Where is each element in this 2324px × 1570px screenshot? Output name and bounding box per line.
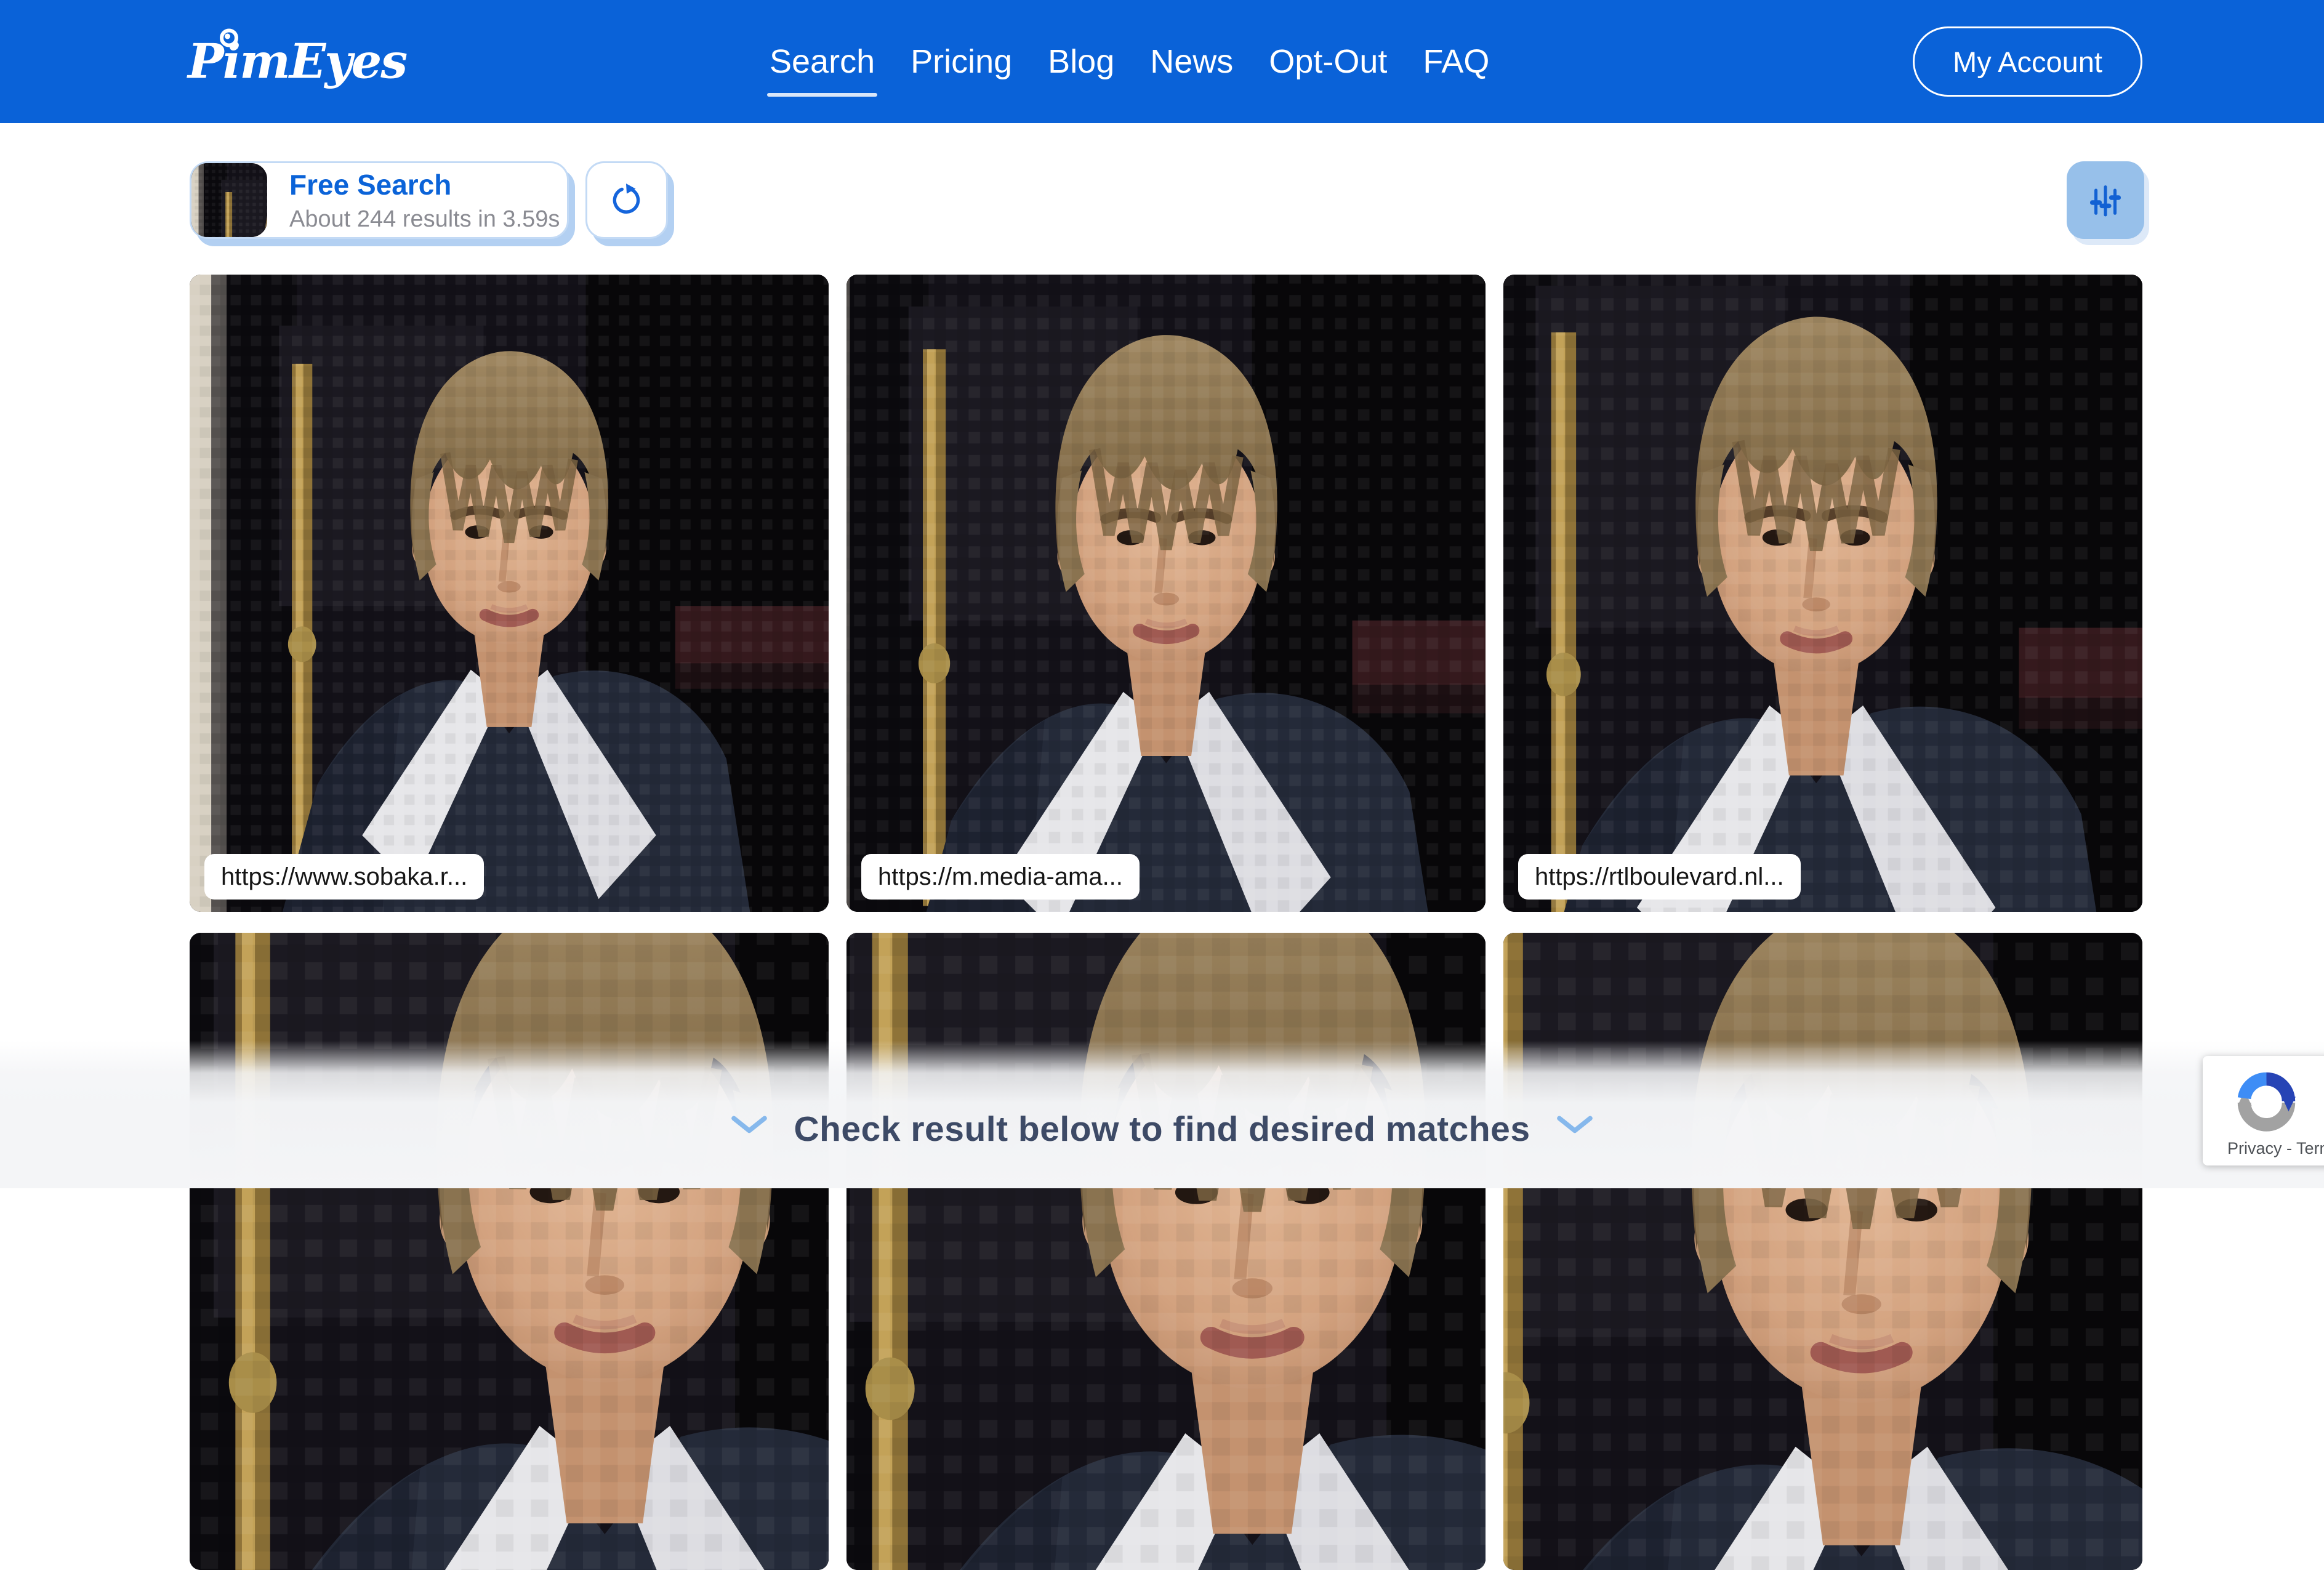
search-summary-card[interactable]: Free Search About 244 results in 3.59s bbox=[190, 161, 569, 239]
result-url-chip[interactable]: https://rtlboulevard.nl... bbox=[1518, 854, 1801, 900]
result-tile[interactable]: https://rtlboulevard.nl... bbox=[1503, 275, 2142, 912]
sliders-icon bbox=[2089, 185, 2121, 217]
result-photo bbox=[1503, 933, 2142, 1570]
result-tile[interactable] bbox=[190, 933, 829, 1570]
nav-search[interactable]: Search bbox=[766, 42, 878, 97]
nav-pricing[interactable]: Pricing bbox=[911, 42, 1012, 81]
recaptcha-badge[interactable]: Privacy - Terms bbox=[2203, 1056, 2324, 1165]
main-nav: Search Pricing Blog News Opt-Out FAQ bbox=[766, 0, 1489, 123]
refresh-icon bbox=[613, 183, 640, 214]
logo-eye-icon bbox=[220, 28, 238, 47]
result-photo bbox=[846, 275, 1486, 912]
nav-blog[interactable]: Blog bbox=[1048, 42, 1114, 81]
scroll-hint-row: Check result below to find desired match… bbox=[0, 1105, 2324, 1149]
filters-button[interactable] bbox=[2067, 161, 2144, 239]
result-photo bbox=[846, 933, 1486, 1570]
nav-faq[interactable]: FAQ bbox=[1423, 42, 1489, 81]
recaptcha-icon bbox=[2237, 1072, 2296, 1132]
refresh-button[interactable] bbox=[585, 161, 668, 239]
search-summary-title: Free Search bbox=[289, 168, 452, 201]
header: PimEyes Search Pricing Blog News Opt-Out… bbox=[0, 0, 2324, 123]
pixelated-face-photo bbox=[190, 275, 829, 912]
nav-opt-out[interactable]: Opt-Out bbox=[1269, 42, 1387, 81]
pixelated-face-photo bbox=[1503, 933, 2142, 1570]
pixelated-face-photo bbox=[191, 163, 267, 237]
result-photo bbox=[190, 933, 829, 1570]
result-tile[interactable] bbox=[1503, 933, 2142, 1570]
pixelated-face-photo bbox=[1503, 275, 2142, 912]
result-photo bbox=[1503, 275, 2142, 912]
pixelated-face-photo bbox=[846, 275, 1486, 912]
results-grid: https://www.sobaka.r... https://m.media-… bbox=[190, 275, 2142, 1570]
query-image-thumbnail bbox=[191, 163, 267, 237]
scroll-hint-text: Check result below to find desired match… bbox=[794, 1109, 1530, 1149]
recaptcha-privacy-terms[interactable]: Privacy - Terms bbox=[2227, 1139, 2324, 1158]
pixelated-face-photo bbox=[190, 933, 829, 1570]
my-account-button[interactable]: My Account bbox=[1913, 26, 2142, 97]
scroll-hint-overlay: Check result below to find desired match… bbox=[0, 1041, 2324, 1188]
search-summary-subtitle: About 244 results in 3.59s bbox=[289, 206, 560, 232]
result-tile[interactable]: https://www.sobaka.r... bbox=[190, 275, 829, 912]
result-tile[interactable]: https://m.media-ama... bbox=[846, 275, 1486, 912]
search-summary-text: Free Search About 244 results in 3.59s bbox=[267, 168, 560, 233]
result-photo bbox=[190, 275, 829, 912]
result-tile[interactable] bbox=[846, 933, 1486, 1570]
chevron-down-icon[interactable] bbox=[731, 1114, 768, 1137]
logo[interactable]: PimEyes bbox=[188, 28, 408, 90]
chevron-down-icon[interactable] bbox=[1556, 1114, 1593, 1137]
result-url-chip[interactable]: https://m.media-ama... bbox=[861, 854, 1140, 900]
nav-news[interactable]: News bbox=[1150, 42, 1233, 81]
result-url-chip[interactable]: https://www.sobaka.r... bbox=[204, 854, 485, 900]
pixelated-face-photo bbox=[846, 933, 1486, 1570]
